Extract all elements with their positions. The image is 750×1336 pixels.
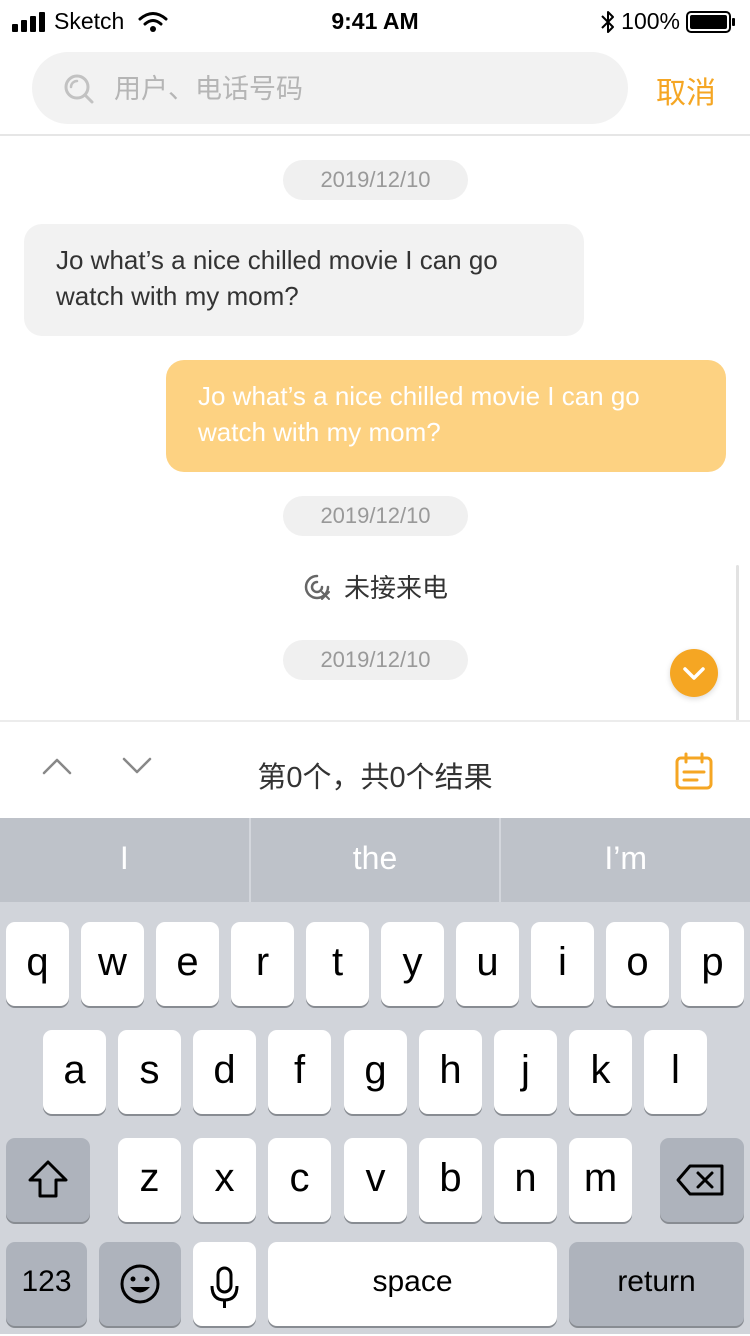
key-z[interactable]: z — [118, 1138, 181, 1222]
key-p[interactable]: p — [681, 922, 744, 1006]
suggestion-item[interactable]: I — [0, 818, 251, 902]
date-separator: 2019/12/10 — [283, 640, 468, 680]
suggestion-item[interactable]: the — [251, 818, 502, 902]
status-bar: Sketch 9:41 AM 100% — [0, 0, 750, 42]
missed-call-icon — [304, 574, 330, 600]
key-r[interactable]: r — [231, 922, 294, 1006]
result-count: 第0个，共0个结果 — [257, 762, 493, 794]
missed-call-record[interactable]: 未接来电 — [0, 568, 750, 609]
date-separator: 2019/12/10 — [283, 160, 468, 200]
space-key[interactable]: space — [268, 1242, 557, 1326]
key-y[interactable]: y — [381, 922, 444, 1006]
emoji-key[interactable] — [99, 1242, 181, 1326]
suggestion-item[interactable]: I’m — [501, 818, 750, 902]
suggestion-bar: I the I’m — [0, 818, 750, 902]
key-k[interactable]: k — [569, 1030, 632, 1114]
microphone-icon — [210, 1266, 239, 1308]
key-q[interactable]: q — [6, 922, 69, 1006]
date-separator: 2019/12/10 — [283, 496, 468, 536]
delete-key[interactable] — [660, 1138, 744, 1222]
key-w[interactable]: w — [81, 922, 144, 1006]
key-t[interactable]: t — [306, 922, 369, 1006]
search-header: 取消 — [0, 42, 750, 136]
dictation-key[interactable] — [193, 1242, 256, 1326]
key-o[interactable]: o — [606, 922, 669, 1006]
key-s[interactable]: s — [118, 1030, 181, 1114]
shift-icon — [28, 1160, 68, 1198]
bluetooth-icon — [601, 10, 615, 33]
chevron-down-icon — [683, 667, 705, 680]
key-c[interactable]: c — [268, 1138, 331, 1222]
incoming-message-bubble[interactable]: Jo what’s a nice chilled movie I can go … — [24, 224, 584, 336]
key-m[interactable]: m — [569, 1138, 632, 1222]
backspace-icon — [676, 1164, 724, 1196]
search-icon — [64, 74, 94, 104]
key-b[interactable]: b — [419, 1138, 482, 1222]
emoji-icon — [120, 1264, 160, 1304]
key-e[interactable]: e — [156, 922, 219, 1006]
key-d[interactable]: d — [193, 1030, 256, 1114]
keyboard: I the I’m q w e r t y u i o p a s d f g … — [0, 818, 750, 1334]
calendar-icon[interactable] — [675, 752, 713, 790]
key-x[interactable]: x — [193, 1138, 256, 1222]
search-box[interactable] — [32, 52, 628, 126]
cancel-button[interactable]: 取消 — [656, 68, 716, 112]
key-u[interactable]: u — [456, 922, 519, 1006]
key-l[interactable]: l — [644, 1030, 707, 1114]
status-right: 100% — [601, 8, 736, 35]
key-g[interactable]: g — [344, 1030, 407, 1114]
key-j[interactable]: j — [494, 1030, 557, 1114]
search-result-bar: 第0个，共0个结果 — [0, 720, 750, 820]
shift-key[interactable] — [6, 1138, 90, 1222]
battery-percent: 100% — [621, 8, 680, 34]
battery-icon — [686, 10, 735, 33]
scrollbar[interactable] — [736, 565, 739, 721]
search-input[interactable] — [112, 52, 616, 126]
key-n[interactable]: n — [494, 1138, 557, 1222]
key-f[interactable]: f — [268, 1030, 331, 1114]
key-h[interactable]: h — [419, 1030, 482, 1114]
key-v[interactable]: v — [344, 1138, 407, 1222]
key-a[interactable]: a — [43, 1030, 106, 1114]
scroll-to-bottom-button[interactable] — [670, 649, 718, 697]
missed-call-label: 未接来电 — [343, 573, 448, 603]
outgoing-message-bubble[interactable]: Jo what’s a nice chilled movie I can go … — [166, 360, 726, 472]
return-key[interactable]: return — [569, 1242, 744, 1326]
key-i[interactable]: i — [531, 922, 594, 1006]
numbers-key[interactable]: 123 — [6, 1242, 87, 1326]
